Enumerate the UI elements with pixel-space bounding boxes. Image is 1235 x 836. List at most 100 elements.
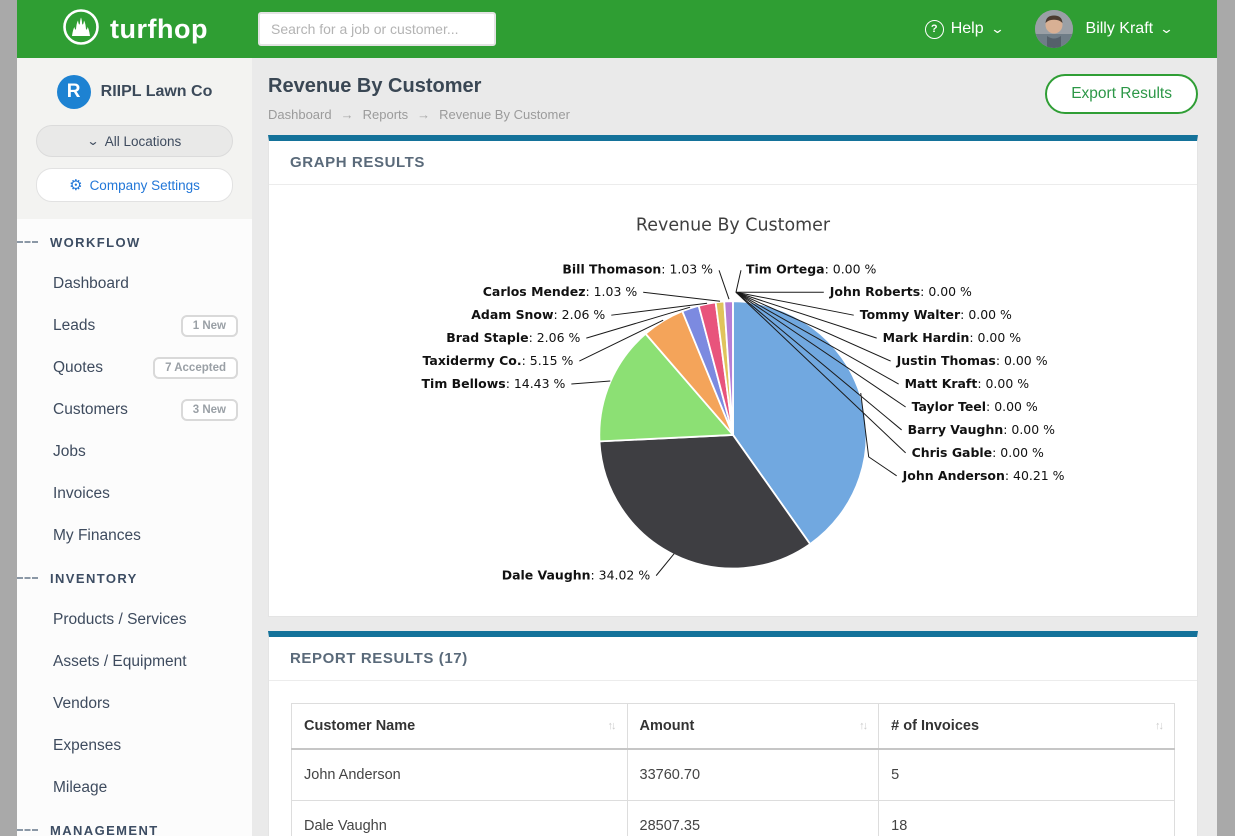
sidebar-item-invoices[interactable]: Invoices xyxy=(17,473,252,515)
status-badge: 1 New xyxy=(181,315,238,337)
report-table: Customer Name ↑↓ Amount ↑↓ # of Invoices ↑↓ J… xyxy=(291,703,1175,836)
report-results-panel: REPORT RESULTS (17) Customer Name↑↓Amoun… xyxy=(268,631,1198,836)
search-input[interactable] xyxy=(258,12,496,46)
turfhop-grass-icon xyxy=(61,7,101,52)
pie-label-matt-kraft: Matt Kraft: 0.00 % xyxy=(905,376,1030,391)
leader-line xyxy=(736,270,741,292)
pie-label-taylor-teel: Taylor Teel: 0.00 % xyxy=(912,399,1038,414)
graph-results-header: GRAPH RESULTS xyxy=(269,141,1197,185)
pie-label-tim-ortega: Tim Ortega: 0.00 % xyxy=(746,261,877,276)
sidebar-item-mileage[interactable]: Mileage xyxy=(17,767,252,809)
chart-title: Revenue By Customer xyxy=(636,215,831,235)
table-cell: 33760.70 xyxy=(627,749,879,801)
help-menu[interactable]: Help xyxy=(951,20,984,38)
company-settings-button[interactable]: ⚙ Company Settings xyxy=(36,168,233,202)
pie-label-taxidermy-co: Taxidermy Co.: 5.15 % xyxy=(423,353,574,368)
breadcrumb-link-reports[interactable]: Reports xyxy=(363,107,409,122)
topbar: turfhop ? Help ⌄ Billy Kraft ⌄ xyxy=(17,0,1217,58)
sidebar-item-label: Mileage xyxy=(53,779,107,797)
brand-logo[interactable]: turfhop xyxy=(17,7,252,52)
location-selector[interactable]: ⌄ All Locations xyxy=(36,125,233,157)
sidebar-item-label: Invoices xyxy=(53,485,110,503)
export-results-button[interactable]: Export Results xyxy=(1045,74,1198,114)
table-row[interactable]: John Anderson33760.705 xyxy=(292,749,1175,801)
leader-line xyxy=(719,270,729,299)
sort-icon[interactable]: ↑↓ xyxy=(859,720,866,732)
sidebar-nav: WORKFLOW Dashboard Leads 1 New Quotes 7 Accep… xyxy=(17,219,252,836)
user-menu[interactable]: Billy Kraft xyxy=(1086,20,1154,38)
left-scrollbar-strip[interactable] xyxy=(0,0,17,836)
graph-results-panel: GRAPH RESULTS Revenue By Customer John An… xyxy=(268,135,1198,617)
location-selector-label: All Locations xyxy=(105,134,182,149)
nav-section-label: INVENTORY xyxy=(50,571,138,586)
help-icon: ? xyxy=(925,20,944,39)
sidebar-item-label: Dashboard xyxy=(53,275,129,293)
revenue-pie-chart: Revenue By Customer John Anderson: 40.21 … xyxy=(269,185,1197,616)
sidebar-company-block: R RIIPL Lawn Co ⌄ All Locations ⚙ Compan… xyxy=(17,58,252,219)
pie-label-dale-vaughn: Dale Vaughn: 34.02 % xyxy=(502,568,651,583)
sidebar-item-label: Vendors xyxy=(53,695,110,713)
table-cell: John Anderson xyxy=(292,749,628,801)
table-cell: 18 xyxy=(879,801,1175,836)
sidebar-item-label: Quotes xyxy=(53,359,103,377)
company-logo: R xyxy=(57,75,91,109)
column-label: # of Invoices xyxy=(891,718,979,734)
sidebar-item-products-services[interactable]: Products / Services xyxy=(17,599,252,641)
sidebar-item-leads[interactable]: Leads 1 New xyxy=(17,305,252,347)
section-dashes-icon xyxy=(17,577,38,579)
app-screen: turfhop ? Help ⌄ Billy Kraft ⌄ xyxy=(0,0,1235,836)
sidebar-item-expenses[interactable]: Expenses xyxy=(17,725,252,767)
table-row[interactable]: Dale Vaughn28507.3518 xyxy=(292,801,1175,836)
column-header-customer-name[interactable]: Customer Name ↑↓ xyxy=(292,704,628,750)
pie-label-barry-vaughn: Barry Vaughn: 0.00 % xyxy=(908,422,1056,437)
pie-label-carlos-mendez: Carlos Mendez: 1.03 % xyxy=(483,284,638,299)
pie-label-adam-snow: Adam Snow: 2.06 % xyxy=(471,307,605,322)
sidebar-item-assets-equipment[interactable]: Assets / Equipment xyxy=(17,641,252,683)
sidebar-item-jobs[interactable]: Jobs xyxy=(17,431,252,473)
breadcrumb-arrow-icon: → xyxy=(341,107,354,122)
status-badge: 3 New xyxy=(181,399,238,421)
leader-line xyxy=(571,381,610,384)
table-cell: 5 xyxy=(879,749,1175,801)
leader-line xyxy=(861,393,897,476)
user-avatar[interactable] xyxy=(1035,10,1073,48)
sidebar-item-customers[interactable]: Customers 3 New xyxy=(17,389,252,431)
sidebar-item-vendors[interactable]: Vendors xyxy=(17,683,252,725)
page-header: Revenue By Customer Dashboard→Reports→Re… xyxy=(252,58,1217,135)
breadcrumb-link-dashboard[interactable]: Dashboard xyxy=(268,107,332,122)
status-badge: 7 Accepted xyxy=(153,357,238,379)
sidebar-item-label: Assets / Equipment xyxy=(53,653,187,671)
pie-label-bill-thomason: Bill Thomason: 1.03 % xyxy=(562,261,713,276)
sort-icon[interactable]: ↑↓ xyxy=(608,720,615,732)
sidebar-item-dashboard[interactable]: Dashboard xyxy=(17,263,252,305)
main-content: Revenue By Customer Dashboard→Reports→Re… xyxy=(252,58,1217,836)
pie-label-tommy-walter: Tommy Walter: 0.00 % xyxy=(860,307,1012,322)
leader-line xyxy=(656,554,674,576)
column-header-amount[interactable]: Amount ↑↓ xyxy=(627,704,879,750)
table-cell: Dale Vaughn xyxy=(292,801,628,836)
sidebar-item-label: Leads xyxy=(53,317,95,335)
report-table-container: Customer Name ↑↓ Amount ↑↓ # of Invoices ↑↓ J… xyxy=(269,681,1197,836)
nav-section-inventory: INVENTORY xyxy=(17,557,252,599)
column-label: Amount xyxy=(640,718,695,734)
table-cell: 28507.35 xyxy=(627,801,879,836)
column-label: Customer Name xyxy=(304,718,415,734)
report-results-header: REPORT RESULTS (17) xyxy=(269,637,1197,681)
sidebar-item-label: Customers xyxy=(53,401,128,419)
sidebar-item-label: Jobs xyxy=(53,443,86,461)
company-settings-label: Company Settings xyxy=(90,178,200,193)
nav-section-management: MANAGEMENT xyxy=(17,809,252,836)
sidebar-item-quotes[interactable]: Quotes 7 Accepted xyxy=(17,347,252,389)
pie-label-justin-thomas: Justin Thomas: 0.00 % xyxy=(896,353,1048,368)
column-header-of-invoices[interactable]: # of Invoices ↑↓ xyxy=(879,704,1175,750)
user-chevron-down-icon[interactable]: ⌄ xyxy=(1159,21,1174,37)
pie-label-john-anderson: John Anderson: 40.21 % xyxy=(902,468,1065,483)
help-chevron-down-icon[interactable]: ⌄ xyxy=(990,21,1005,37)
sidebar-item-my-finances[interactable]: My Finances xyxy=(17,515,252,557)
sort-icon[interactable]: ↑↓ xyxy=(1155,720,1162,732)
right-scrollbar-strip[interactable] xyxy=(1217,0,1235,836)
pie-label-john-roberts: John Roberts: 0.00 % xyxy=(829,284,972,299)
leader-line xyxy=(643,292,720,301)
nav-section-label: WORKFLOW xyxy=(50,235,141,250)
breadcrumb-link-revenue-by-customer: Revenue By Customer xyxy=(439,107,570,122)
